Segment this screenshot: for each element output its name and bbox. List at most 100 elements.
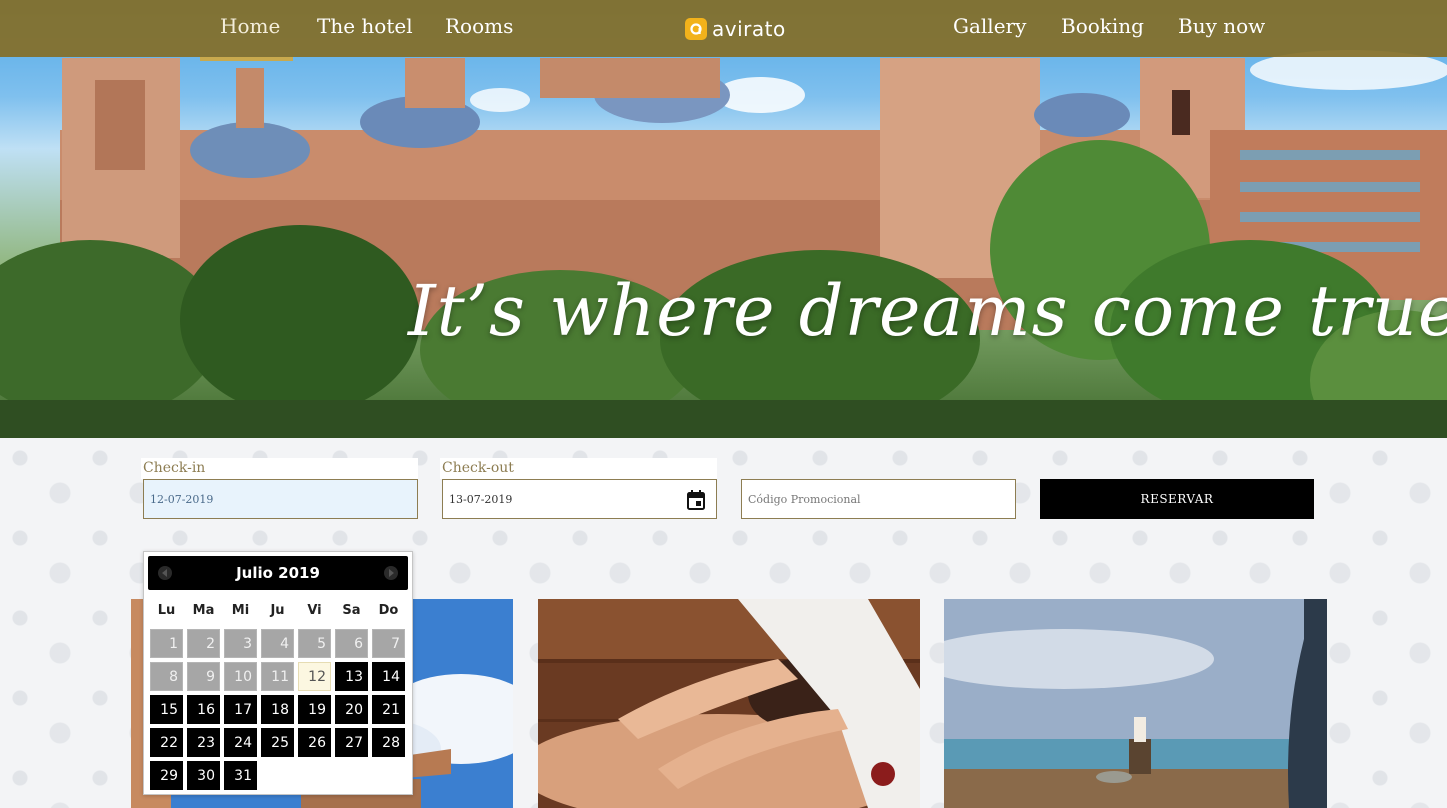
next-month-icon[interactable] <box>384 566 398 580</box>
datepicker-calendar-grid: Lu Ma Mi Ju Vi Sa Do 1 2 3 4 5 6 7 8 9 10 11 12 13 14… <box>148 594 408 792</box>
datepicker-day-27[interactable]: 27 <box>333 726 370 759</box>
datepicker-day-number: 20 <box>335 695 368 724</box>
datepicker-weekday-row: Lu Ma Mi Ju Vi Sa Do <box>148 594 408 627</box>
datepicker-day-6: 6 <box>333 627 370 660</box>
datepicker-day-15[interactable]: 15 <box>148 693 185 726</box>
datepicker-week-row: 22 23 24 25 26 27 28 <box>148 726 408 759</box>
weekday-label: Sa <box>342 603 361 618</box>
datepicker-day-7: 7 <box>370 627 407 660</box>
datepicker-day-number: 12 <box>298 662 331 691</box>
datepicker-day-number: 19 <box>298 695 331 724</box>
datepicker-day-25[interactable]: 25 <box>259 726 296 759</box>
datepicker-week-row: 8 9 10 11 12 13 14 <box>148 660 408 693</box>
datepicker-day-17[interactable]: 17 <box>222 693 259 726</box>
weekday-label: Lu <box>157 603 176 618</box>
datepicker-day-number: 11 <box>261 662 294 691</box>
card-spa-massage[interactable] <box>538 599 920 808</box>
datepicker-day-21[interactable]: 21 <box>370 693 407 726</box>
datepicker-day-14[interactable]: 14 <box>370 660 407 693</box>
datepicker-day-number: 5 <box>298 629 331 658</box>
reserve-button[interactable]: RESERVAR <box>1040 479 1314 519</box>
datepicker-day-number: 29 <box>150 761 183 790</box>
datepicker-day-number: 22 <box>150 728 183 757</box>
datepicker-day-4: 4 <box>259 627 296 660</box>
datepicker-day-number: 2 <box>187 629 220 658</box>
datepicker-day-number: 7 <box>372 629 405 658</box>
card-image-spa <box>538 599 920 808</box>
datepicker-day-24[interactable]: 24 <box>222 726 259 759</box>
weekday-label: Ju <box>270 603 285 618</box>
datepicker-day-10: 10 <box>222 660 259 693</box>
datepicker-day-number: 23 <box>187 728 220 757</box>
datepicker-day-31[interactable]: 31 <box>222 759 259 792</box>
active-nav-indicator <box>200 57 293 61</box>
nav-item-buy-now[interactable]: Buy now <box>1178 14 1265 38</box>
datepicker-day-30[interactable]: 30 <box>185 759 222 792</box>
datepicker-empty-cell <box>370 759 407 792</box>
datepicker-empty-cell <box>333 759 370 792</box>
datepicker-day-number: 4 <box>261 629 294 658</box>
nav-item-home[interactable]: Home <box>220 14 280 38</box>
datepicker-empty-cell <box>259 759 296 792</box>
datepicker-day-1: 1 <box>148 627 185 660</box>
datepicker-day-number: 28 <box>372 728 405 757</box>
datepicker-day-12: 12 <box>296 660 333 693</box>
datepicker-day-number: 27 <box>335 728 368 757</box>
brand-logo[interactable]: avirato <box>685 15 786 43</box>
datepicker-day-number: 13 <box>335 662 368 691</box>
datepicker-day-number: 14 <box>372 662 405 691</box>
card-image-beach <box>944 599 1327 808</box>
promo-code-input[interactable]: Código Promocional <box>741 479 1016 519</box>
datepicker-day-5: 5 <box>296 627 333 660</box>
datepicker-day-number: 18 <box>261 695 294 724</box>
datepicker-day-9: 9 <box>185 660 222 693</box>
datepicker-day-19[interactable]: 19 <box>296 693 333 726</box>
card-beach-restaurant[interactable] <box>944 599 1327 808</box>
nav-item-rooms[interactable]: Rooms <box>445 14 513 38</box>
checkout-value: 13-07-2019 <box>449 492 513 506</box>
promo-code-placeholder: Código Promocional <box>748 492 861 506</box>
nav-item-gallery[interactable]: Gallery <box>953 14 1026 38</box>
datepicker-day-29[interactable]: 29 <box>148 759 185 792</box>
datepicker-week-row: 1234567 <box>148 627 408 660</box>
datepicker-day-number: 17 <box>224 695 257 724</box>
hero-tagline: It’s where dreams come true <box>408 270 1447 352</box>
datepicker-day-number: 25 <box>261 728 294 757</box>
datepicker-day-8: 8 <box>148 660 185 693</box>
datepicker-day-3: 3 <box>222 627 259 660</box>
weekday-label: Mi <box>231 603 250 618</box>
prev-month-icon[interactable] <box>158 566 172 580</box>
checkin-value: 12-07-2019 <box>150 492 214 506</box>
checkin-label: Check-in <box>141 458 418 479</box>
datepicker-month-title: Julio 2019 <box>236 564 320 582</box>
datepicker-day-number: 30 <box>187 761 220 790</box>
datepicker-day-28[interactable]: 28 <box>370 726 407 759</box>
datepicker-day-number: 16 <box>187 695 220 724</box>
nav-item-the-hotel[interactable]: The hotel <box>317 14 413 38</box>
checkout-date-input[interactable]: 13-07-2019 <box>442 479 717 519</box>
checkin-date-input[interactable]: 12-07-2019 <box>143 479 418 519</box>
nav-item-booking[interactable]: Booking <box>1061 14 1144 38</box>
hero-image <box>0 50 1447 438</box>
datepicker-day-22[interactable]: 22 <box>148 726 185 759</box>
datepicker-day-number: 3 <box>224 629 257 658</box>
logo-text: avirato <box>712 17 786 41</box>
weekday-label: Do <box>378 603 399 618</box>
datepicker-week-row: 29 30 31 <box>148 759 408 792</box>
datepicker-day-26[interactable]: 26 <box>296 726 333 759</box>
datepicker-day-number: 9 <box>187 662 220 691</box>
checkout-label: Check-out <box>440 458 717 479</box>
calendar-icon[interactable] <box>686 489 706 514</box>
datepicker-day-18[interactable]: 18 <box>259 693 296 726</box>
datepicker-header: Julio 2019 <box>148 556 408 590</box>
weekday-label: Vi <box>307 603 322 618</box>
weekday-label: Ma <box>192 603 215 618</box>
datepicker-day-number: 21 <box>372 695 405 724</box>
hero-banner: It’s where dreams come true <box>0 0 1447 438</box>
datepicker-day-11: 11 <box>259 660 296 693</box>
datepicker-day-23[interactable]: 23 <box>185 726 222 759</box>
datepicker-day-13[interactable]: 13 <box>333 660 370 693</box>
datepicker-day-2: 2 <box>185 627 222 660</box>
datepicker-day-16[interactable]: 16 <box>185 693 222 726</box>
datepicker-day-20[interactable]: 20 <box>333 693 370 726</box>
